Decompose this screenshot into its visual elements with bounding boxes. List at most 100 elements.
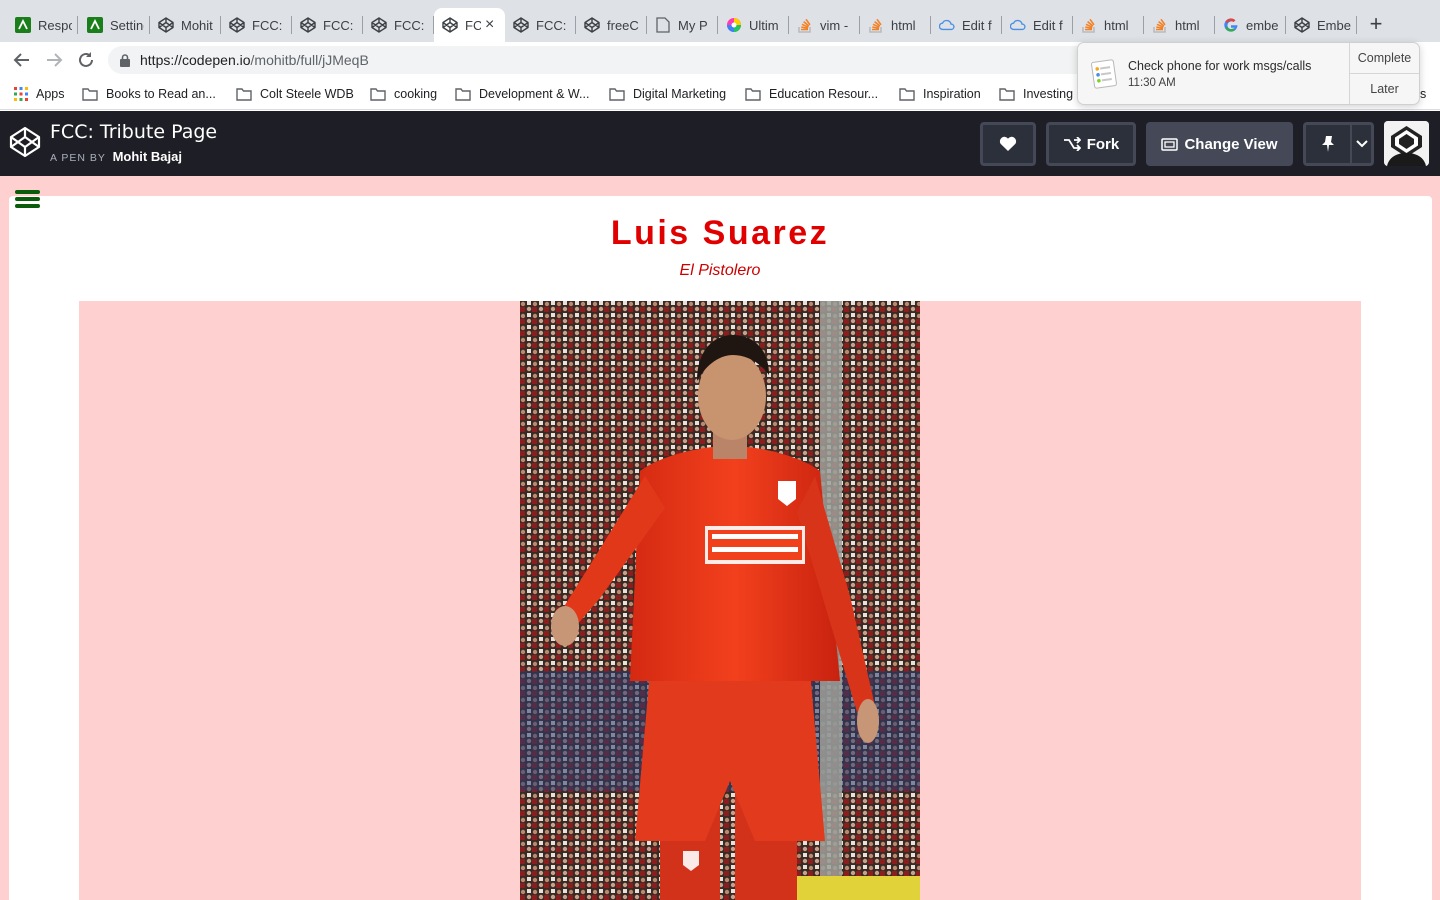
browser-tab[interactable]: Mohit xyxy=(150,8,221,42)
folder-icon xyxy=(370,87,386,101)
bookmark-digital-marketing[interactable]: Digital Marketing xyxy=(609,84,726,104)
tab-title: html xyxy=(1175,17,1200,33)
change-view-button[interactable]: Change View xyxy=(1146,122,1293,166)
bookmark-development[interactable]: Development & W... xyxy=(455,84,589,104)
stackoverflow-icon xyxy=(1081,17,1097,33)
notification-complete-button[interactable]: Complete xyxy=(1350,43,1419,73)
user-avatar[interactable] xyxy=(1384,121,1429,166)
browser-tab[interactable]: Settings xyxy=(79,8,150,42)
stackoverflow-icon xyxy=(868,17,884,33)
heart-icon xyxy=(999,136,1017,151)
browser-tab[interactable]: Edit f xyxy=(1002,8,1073,42)
tab-title: html xyxy=(1104,17,1129,33)
close-tab-icon[interactable]: × xyxy=(485,16,494,34)
pin-dropdown-button[interactable] xyxy=(1351,122,1374,166)
url-path: /mohitb/full/jJMeqB xyxy=(250,52,369,68)
tab-title: freeC xyxy=(607,17,639,33)
reload-icon xyxy=(79,52,93,67)
folder-icon xyxy=(236,87,252,101)
browser-tab[interactable]: embe xyxy=(1215,8,1286,42)
bookmark-label: Digital Marketing xyxy=(633,87,727,101)
browser-tab[interactable]: freeC xyxy=(576,8,647,42)
browser-tab[interactable]: Responsive xyxy=(7,8,78,42)
browser-tab[interactable]: My P xyxy=(647,8,718,42)
browser-tab[interactable]: FCC: xyxy=(363,8,434,42)
notification-later-button[interactable]: Later xyxy=(1350,73,1419,104)
browser-tab[interactable]: FCC: xyxy=(221,8,292,42)
codepen-logo-icon[interactable] xyxy=(9,126,41,158)
forward-button[interactable] xyxy=(41,47,67,73)
stackoverflow-icon xyxy=(1152,17,1168,33)
tab-title: FCC: xyxy=(323,17,354,33)
cloud-icon xyxy=(939,17,955,33)
bookmark-label: Education Resour... xyxy=(769,87,879,101)
apps-grid-icon xyxy=(14,87,28,101)
browser-tab[interactable]: Ultim xyxy=(718,8,789,42)
reminders-app-icon xyxy=(1091,58,1117,89)
bookmark-label: Apps xyxy=(36,87,65,101)
arrow-left-icon xyxy=(13,53,29,67)
bookmark-education[interactable]: Education Resour... xyxy=(745,84,878,104)
notification-title: Check phone for work msgs/calls xyxy=(1128,58,1312,73)
folder-icon xyxy=(899,87,915,101)
hamburger-menu-icon[interactable] xyxy=(15,190,41,210)
browser-tab-active[interactable]: FC × xyxy=(434,8,505,42)
color-wheel-icon xyxy=(726,17,742,33)
browser-tab[interactable]: Edit f xyxy=(931,8,1002,42)
notification-body[interactable]: Check phone for work msgs/calls 11:30 AM xyxy=(1078,43,1350,104)
fork-label: Fork xyxy=(1086,135,1120,153)
bookmark-label: Development & W... xyxy=(479,87,590,101)
browser-tab[interactable]: html xyxy=(1144,8,1215,42)
tab-title: Edit f xyxy=(1033,17,1063,33)
reload-button[interactable] xyxy=(73,47,99,73)
url-host: https://codepen.io xyxy=(140,52,251,68)
browser-tab[interactable]: html xyxy=(860,8,931,42)
author-link[interactable]: Mohit Bajaj xyxy=(113,149,182,164)
tab-title: Mohit xyxy=(181,17,213,33)
back-button[interactable] xyxy=(9,47,35,73)
codepen-icon xyxy=(300,17,316,33)
bookmark-books[interactable]: Books to Read an... xyxy=(82,84,216,104)
tab-title: Responsive xyxy=(38,17,72,33)
reminder-notification[interactable]: Check phone for work msgs/calls 11:30 AM… xyxy=(1077,42,1420,105)
browser-tab[interactable]: FCC: xyxy=(292,8,363,42)
green-app-icon xyxy=(87,17,103,33)
tab-title: My P xyxy=(678,17,708,33)
browser-tab[interactable]: vim - xyxy=(789,8,860,42)
folder-icon xyxy=(745,87,761,101)
bookmark-overflow[interactable]: s xyxy=(1420,84,1426,104)
codepen-icon xyxy=(229,17,245,33)
tab-title: FCC: xyxy=(536,17,567,33)
folder-icon xyxy=(82,87,98,101)
browser-tab[interactable]: html xyxy=(1073,8,1144,42)
bookmark-inspiration[interactable]: Inspiration xyxy=(899,84,981,104)
browser-tab[interactable]: Embe xyxy=(1286,8,1357,42)
document-icon xyxy=(655,17,671,33)
codepen-icon xyxy=(1294,17,1310,33)
codepen-icon xyxy=(442,17,458,33)
new-tab-button[interactable]: + xyxy=(1363,12,1389,38)
tab-title: Ultim xyxy=(749,17,779,33)
by-label: A PEN BY xyxy=(50,152,106,164)
fork-button[interactable]: Fork xyxy=(1046,122,1136,166)
bookmark-investing[interactable]: Investing xyxy=(999,84,1073,104)
pen-byline: A PEN BY Mohit Bajaj xyxy=(50,149,182,164)
bookmark-cooking[interactable]: cooking xyxy=(370,84,437,104)
tab-title: html xyxy=(891,17,916,33)
codepen-icon xyxy=(584,17,600,33)
green-app-icon xyxy=(15,17,31,33)
tribute-photo xyxy=(520,301,920,900)
tab-title: Settings xyxy=(110,17,144,33)
pin-button[interactable] xyxy=(1303,122,1353,166)
browser-tab[interactable]: FCC: xyxy=(505,8,576,42)
tab-title: Edit f xyxy=(962,17,992,33)
bookmark-label: Books to Read an... xyxy=(106,87,216,101)
tab-strip: ResponsiveSettingsMohitFCC:FCC:FCC:FC×FC… xyxy=(0,0,1440,42)
heart-button[interactable] xyxy=(980,122,1036,166)
folder-icon xyxy=(999,87,1015,101)
cloud-icon xyxy=(1010,17,1026,33)
pen-title: FCC: Tribute Page xyxy=(50,121,218,143)
bookmark-colt-steele[interactable]: Colt Steele WDB xyxy=(236,84,354,104)
tab-title: FCC: xyxy=(252,17,283,33)
bookmark-apps[interactable]: Apps xyxy=(14,84,65,104)
